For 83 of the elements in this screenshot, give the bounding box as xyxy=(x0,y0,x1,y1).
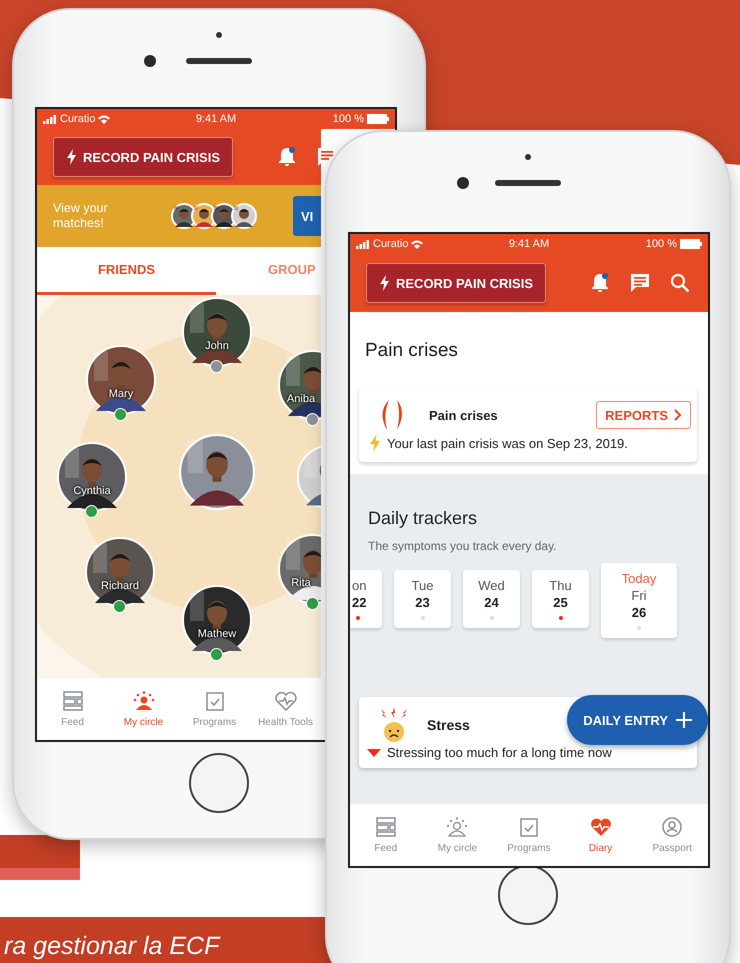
battery-icon xyxy=(680,239,702,249)
day-card[interactable]: Thu 25 xyxy=(532,570,589,628)
nav-item[interactable]: My circle xyxy=(108,678,179,740)
lightning-icon xyxy=(66,149,77,165)
member-name: Richard xyxy=(100,580,140,592)
member-name: Mathew xyxy=(196,628,238,640)
tracker-title: Stress xyxy=(427,717,470,733)
day-card[interactable]: Wed 24 xyxy=(463,570,520,628)
date-number: 22 xyxy=(352,595,366,610)
section-subtitle: The symptoms you track every day. xyxy=(368,539,558,553)
view-button[interactable]: VI xyxy=(293,196,321,236)
people-icon xyxy=(446,816,468,836)
nav-item[interactable]: Feed xyxy=(37,678,108,740)
carrier-name: Curatio xyxy=(373,238,408,250)
member-name: Aniba xyxy=(286,393,316,405)
nav-item[interactable]: Feed xyxy=(350,804,422,866)
carrier-name: Curatio xyxy=(60,113,96,125)
clipboard-check-icon xyxy=(518,816,539,836)
member-name: Mary xyxy=(108,388,134,400)
camera-lens xyxy=(457,177,469,189)
section-title: Daily trackers xyxy=(368,508,478,529)
search-icon[interactable] xyxy=(670,273,690,293)
wifi-icon xyxy=(98,114,110,124)
date-number: 26 xyxy=(632,605,646,620)
signal-icon xyxy=(356,240,370,248)
record-pain-crisis-button[interactable]: RECORD PAIN CRISIS xyxy=(53,137,233,177)
wifi-icon xyxy=(411,240,424,248)
weekday: Wed xyxy=(478,578,505,593)
chat-icon[interactable] xyxy=(630,273,650,293)
nav-item[interactable]: Passport xyxy=(636,804,708,866)
section-title: Pain crises xyxy=(365,340,459,362)
bell-icon[interactable] xyxy=(590,272,610,294)
battery-icon xyxy=(366,114,389,124)
record-pain-crisis-button[interactable]: RECORD PAIN CRISIS xyxy=(366,263,546,303)
clipboard-check-icon xyxy=(204,690,224,710)
matches-prompt: View your matches! xyxy=(53,201,109,231)
lightning-icon xyxy=(369,434,381,452)
people-icon xyxy=(132,690,154,710)
card-title: Pain crises xyxy=(429,408,498,422)
date-number: 23 xyxy=(415,595,430,610)
member-name: Rita xyxy=(290,577,312,589)
nav-item[interactable]: Diary xyxy=(564,804,636,866)
date-number: 24 xyxy=(484,595,499,610)
person-circle-icon xyxy=(662,816,682,836)
sensor-dot xyxy=(216,32,222,38)
sensor-dot xyxy=(525,154,531,160)
caption-text: ra gestionar la ECF xyxy=(3,931,220,962)
nav-item[interactable]: Programs xyxy=(179,678,250,740)
weekday: Tue xyxy=(412,578,434,593)
status-time: 9:41 AM xyxy=(196,113,236,125)
feed-icon xyxy=(62,690,82,710)
speaker-slot xyxy=(495,180,561,186)
battery-percent: 100 % xyxy=(332,113,364,125)
signal-icon xyxy=(43,114,57,124)
weekday: Fri xyxy=(631,588,647,603)
heart-pulse-icon xyxy=(274,690,296,710)
battery-percent: 100 % xyxy=(646,238,677,250)
last-crisis-text: Your last pain crisis was on Sep 23, 2019. xyxy=(387,436,628,450)
day-card[interactable]: on 22 xyxy=(350,570,382,628)
plus-icon xyxy=(676,712,692,728)
heart-pulse-icon xyxy=(590,816,612,836)
weekday: Thu xyxy=(549,578,572,593)
camera-lens xyxy=(144,55,156,67)
speaker-slot xyxy=(186,58,252,64)
daily-entry-button[interactable]: DAILY ENTRY xyxy=(567,695,708,745)
nav-item[interactable]: Programs xyxy=(493,804,565,866)
nav-item[interactable]: My circle xyxy=(422,804,494,866)
weekday: on xyxy=(352,578,366,593)
tab[interactable]: GROUP xyxy=(216,247,321,295)
feed-icon xyxy=(376,816,396,836)
member-name: Cynthia xyxy=(72,485,112,497)
date-number: 25 xyxy=(553,595,568,610)
nav-item[interactable]: Health Tools xyxy=(250,678,321,740)
day-card[interactable]: Tue 23 xyxy=(394,570,451,628)
today-label: Today xyxy=(622,571,656,586)
lightning-icon xyxy=(379,275,390,291)
reports-button[interactable]: REPORTS xyxy=(596,401,691,429)
bell-icon[interactable] xyxy=(277,146,297,168)
member-name: John xyxy=(204,340,230,352)
chevron-right-icon xyxy=(674,409,682,421)
status-time: 9:41 AM xyxy=(508,238,550,250)
tracker-note: Stressing too much for a long time now xyxy=(387,745,612,760)
day-card[interactable]: Today Fri 26 xyxy=(601,563,677,638)
